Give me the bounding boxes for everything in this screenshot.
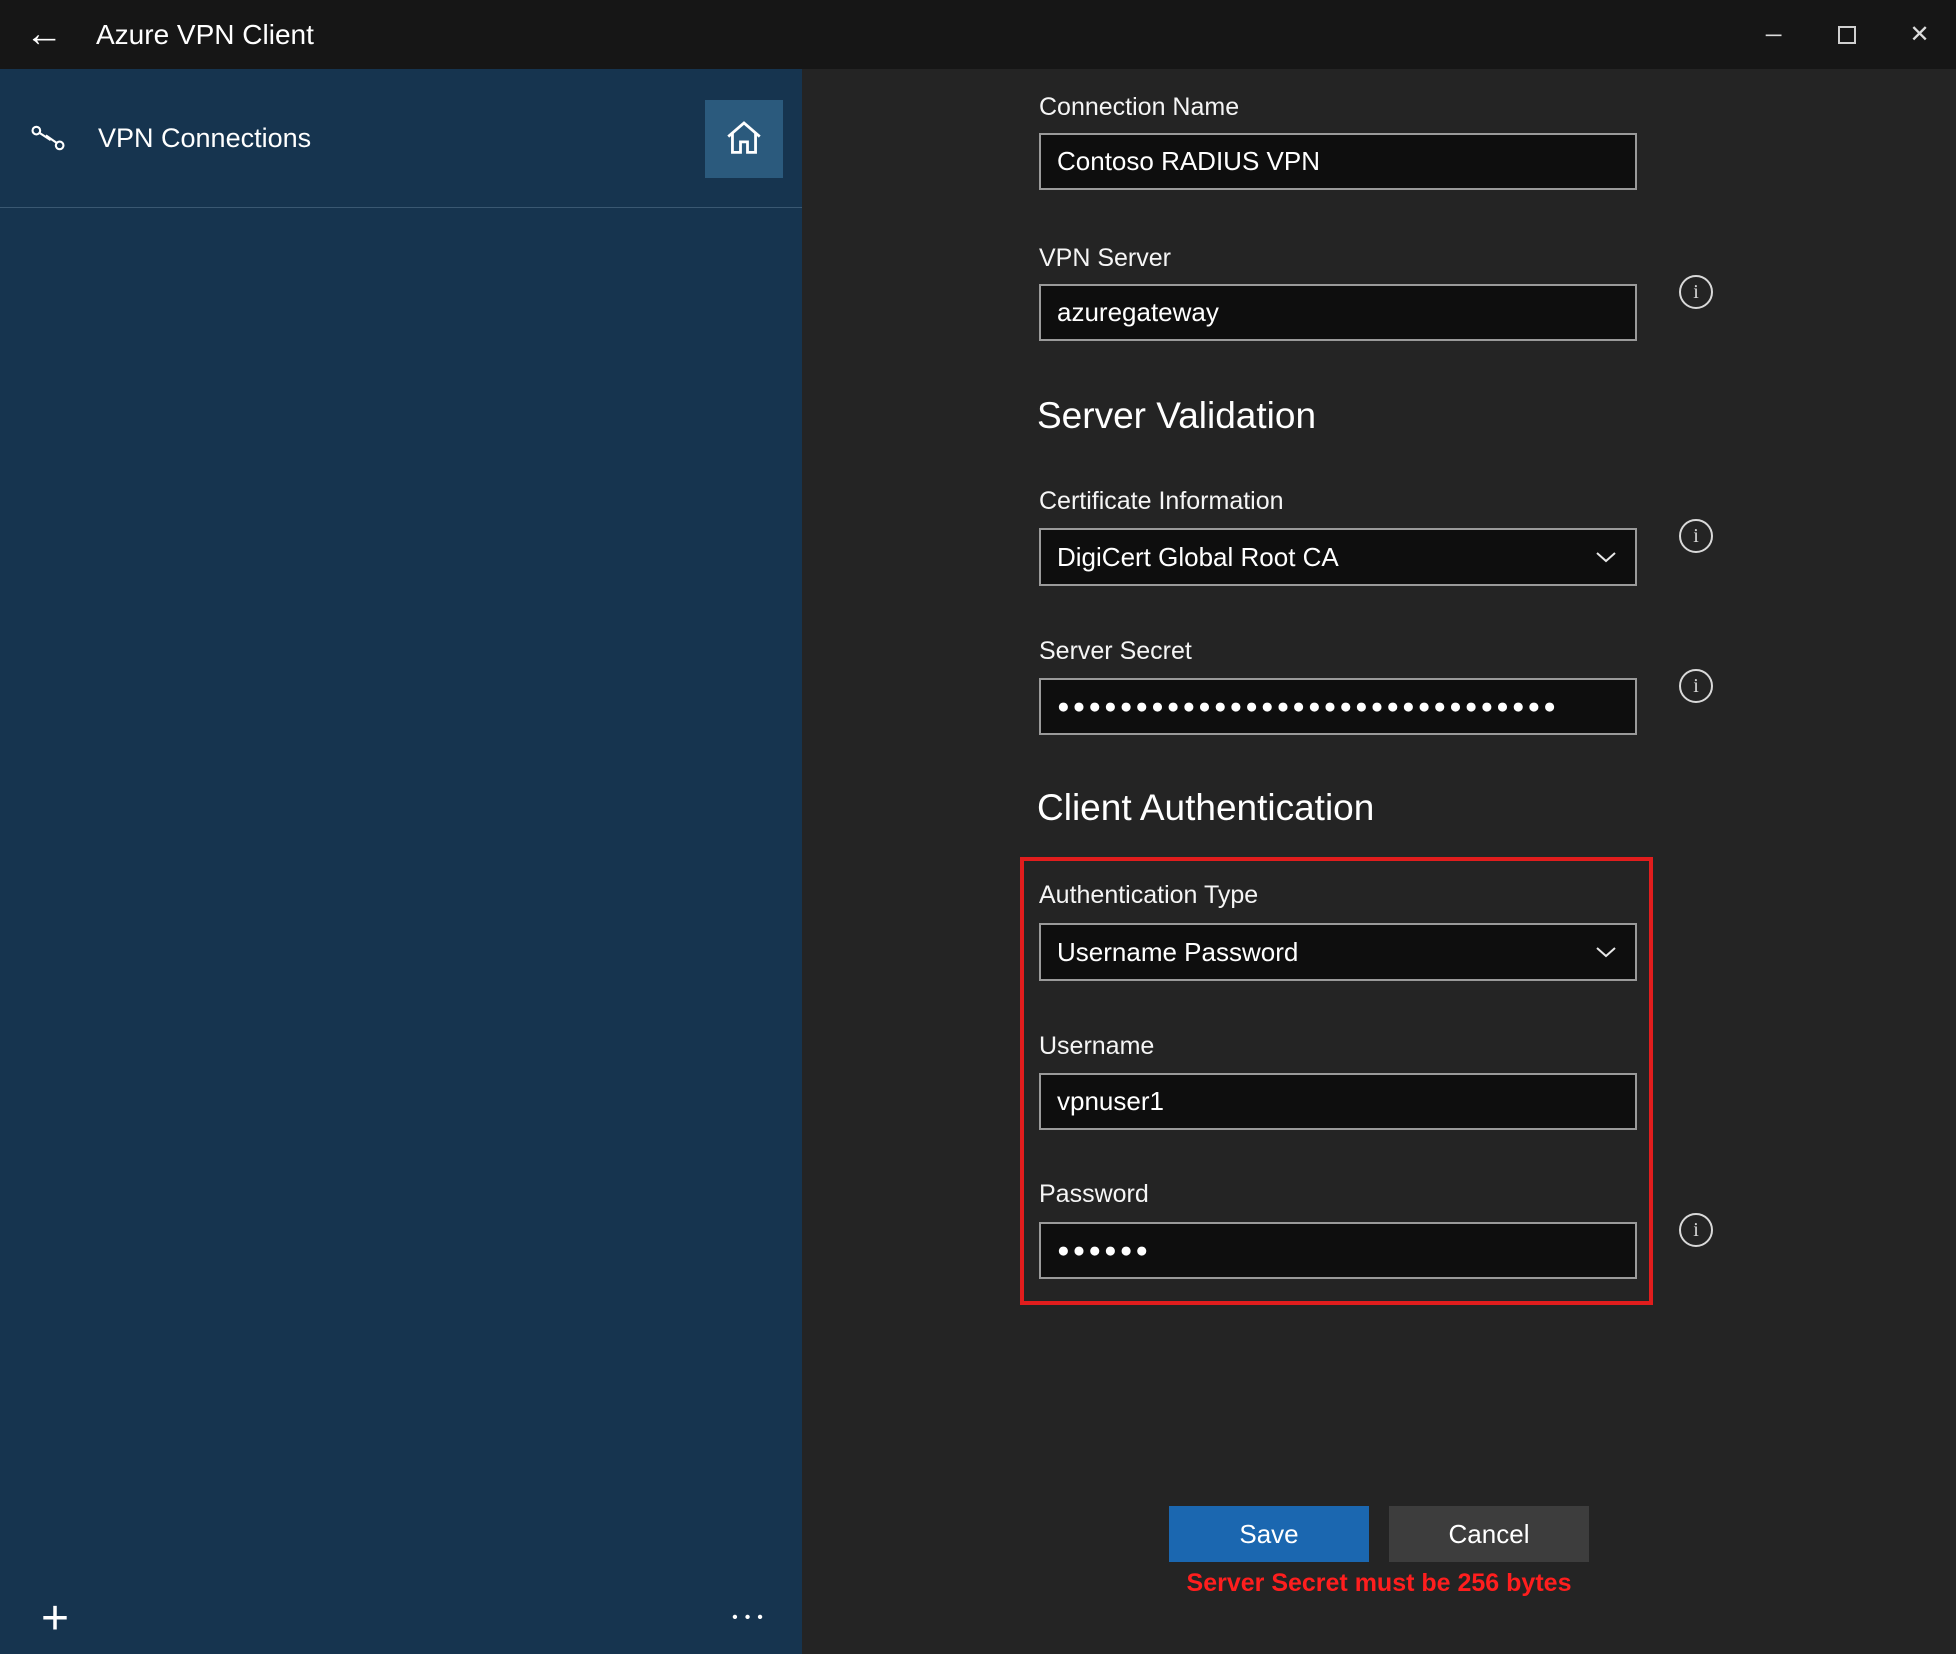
sidebar-divider — [0, 207, 802, 208]
azure-vpn-client-window: ← Azure VPN Client ─ ✕ VPN Connections — [0, 0, 1956, 1654]
back-arrow-icon: ← — [25, 13, 63, 56]
certificate-information-dropdown[interactable]: DigiCert Global Root CA — [1039, 528, 1637, 586]
vpn-server-label: VPN Server — [1039, 244, 1171, 273]
chevron-down-icon — [1595, 946, 1617, 958]
save-button[interactable]: Save — [1169, 1506, 1369, 1562]
ellipsis-icon: ••• — [732, 1609, 770, 1627]
certificate-information-label: Certificate Information — [1039, 487, 1284, 516]
back-button[interactable]: ← — [0, 0, 88, 69]
chevron-down-icon — [1595, 551, 1617, 563]
close-button[interactable]: ✕ — [1883, 0, 1956, 69]
client-authentication-heading: Client Authentication — [1037, 787, 1374, 829]
info-glyph: i — [1693, 1219, 1699, 1242]
info-glyph: i — [1693, 675, 1699, 698]
server-secret-input[interactable] — [1039, 678, 1637, 735]
username-label: Username — [1039, 1032, 1154, 1061]
more-options-button[interactable]: ••• — [716, 1587, 786, 1649]
connection-name-label: Connection Name — [1039, 93, 1239, 122]
certificate-info-icon[interactable]: i — [1679, 519, 1713, 553]
authentication-type-value: Username Password — [1057, 937, 1298, 968]
info-glyph: i — [1693, 525, 1699, 548]
minimize-button[interactable]: ─ — [1737, 0, 1810, 69]
connection-name-input[interactable] — [1039, 133, 1637, 190]
authentication-type-label: Authentication Type — [1039, 881, 1258, 910]
home-icon — [723, 117, 765, 162]
maximize-button[interactable] — [1810, 0, 1883, 69]
vpn-server-input[interactable] — [1039, 284, 1637, 341]
minimize-icon: ─ — [1766, 24, 1782, 46]
plus-icon: + — [41, 1591, 69, 1646]
home-button[interactable] — [705, 100, 783, 178]
close-icon: ✕ — [1909, 20, 1929, 49]
sidebar-title: VPN Connections — [98, 123, 311, 153]
password-label: Password — [1039, 1180, 1149, 1209]
window-controls: ─ ✕ — [1737, 0, 1956, 69]
titlebar: ← Azure VPN Client ─ ✕ — [0, 0, 1956, 69]
vpn-connections-icon — [30, 123, 66, 158]
cancel-button[interactable]: Cancel — [1389, 1506, 1589, 1562]
server-secret-info-icon[interactable]: i — [1679, 669, 1713, 703]
certificate-information-value: DigiCert Global Root CA — [1057, 542, 1339, 573]
authentication-type-dropdown[interactable]: Username Password — [1039, 923, 1637, 981]
server-secret-error: Server Secret must be 256 bytes — [1159, 1569, 1599, 1598]
vpn-server-info-icon[interactable]: i — [1679, 275, 1713, 309]
password-info-icon[interactable]: i — [1679, 1213, 1713, 1247]
add-connection-button[interactable]: + — [24, 1587, 86, 1649]
window-title: Azure VPN Client — [96, 19, 314, 51]
maximize-icon — [1838, 26, 1856, 44]
username-input[interactable] — [1039, 1073, 1637, 1130]
sidebar: VPN Connections + ••• — [0, 69, 802, 1654]
info-glyph: i — [1693, 281, 1699, 304]
server-validation-heading: Server Validation — [1037, 395, 1316, 437]
connection-form: Connection Name VPN Server i Server Vali… — [802, 69, 1956, 1654]
server-secret-label: Server Secret — [1039, 637, 1192, 666]
password-input[interactable] — [1039, 1222, 1637, 1279]
